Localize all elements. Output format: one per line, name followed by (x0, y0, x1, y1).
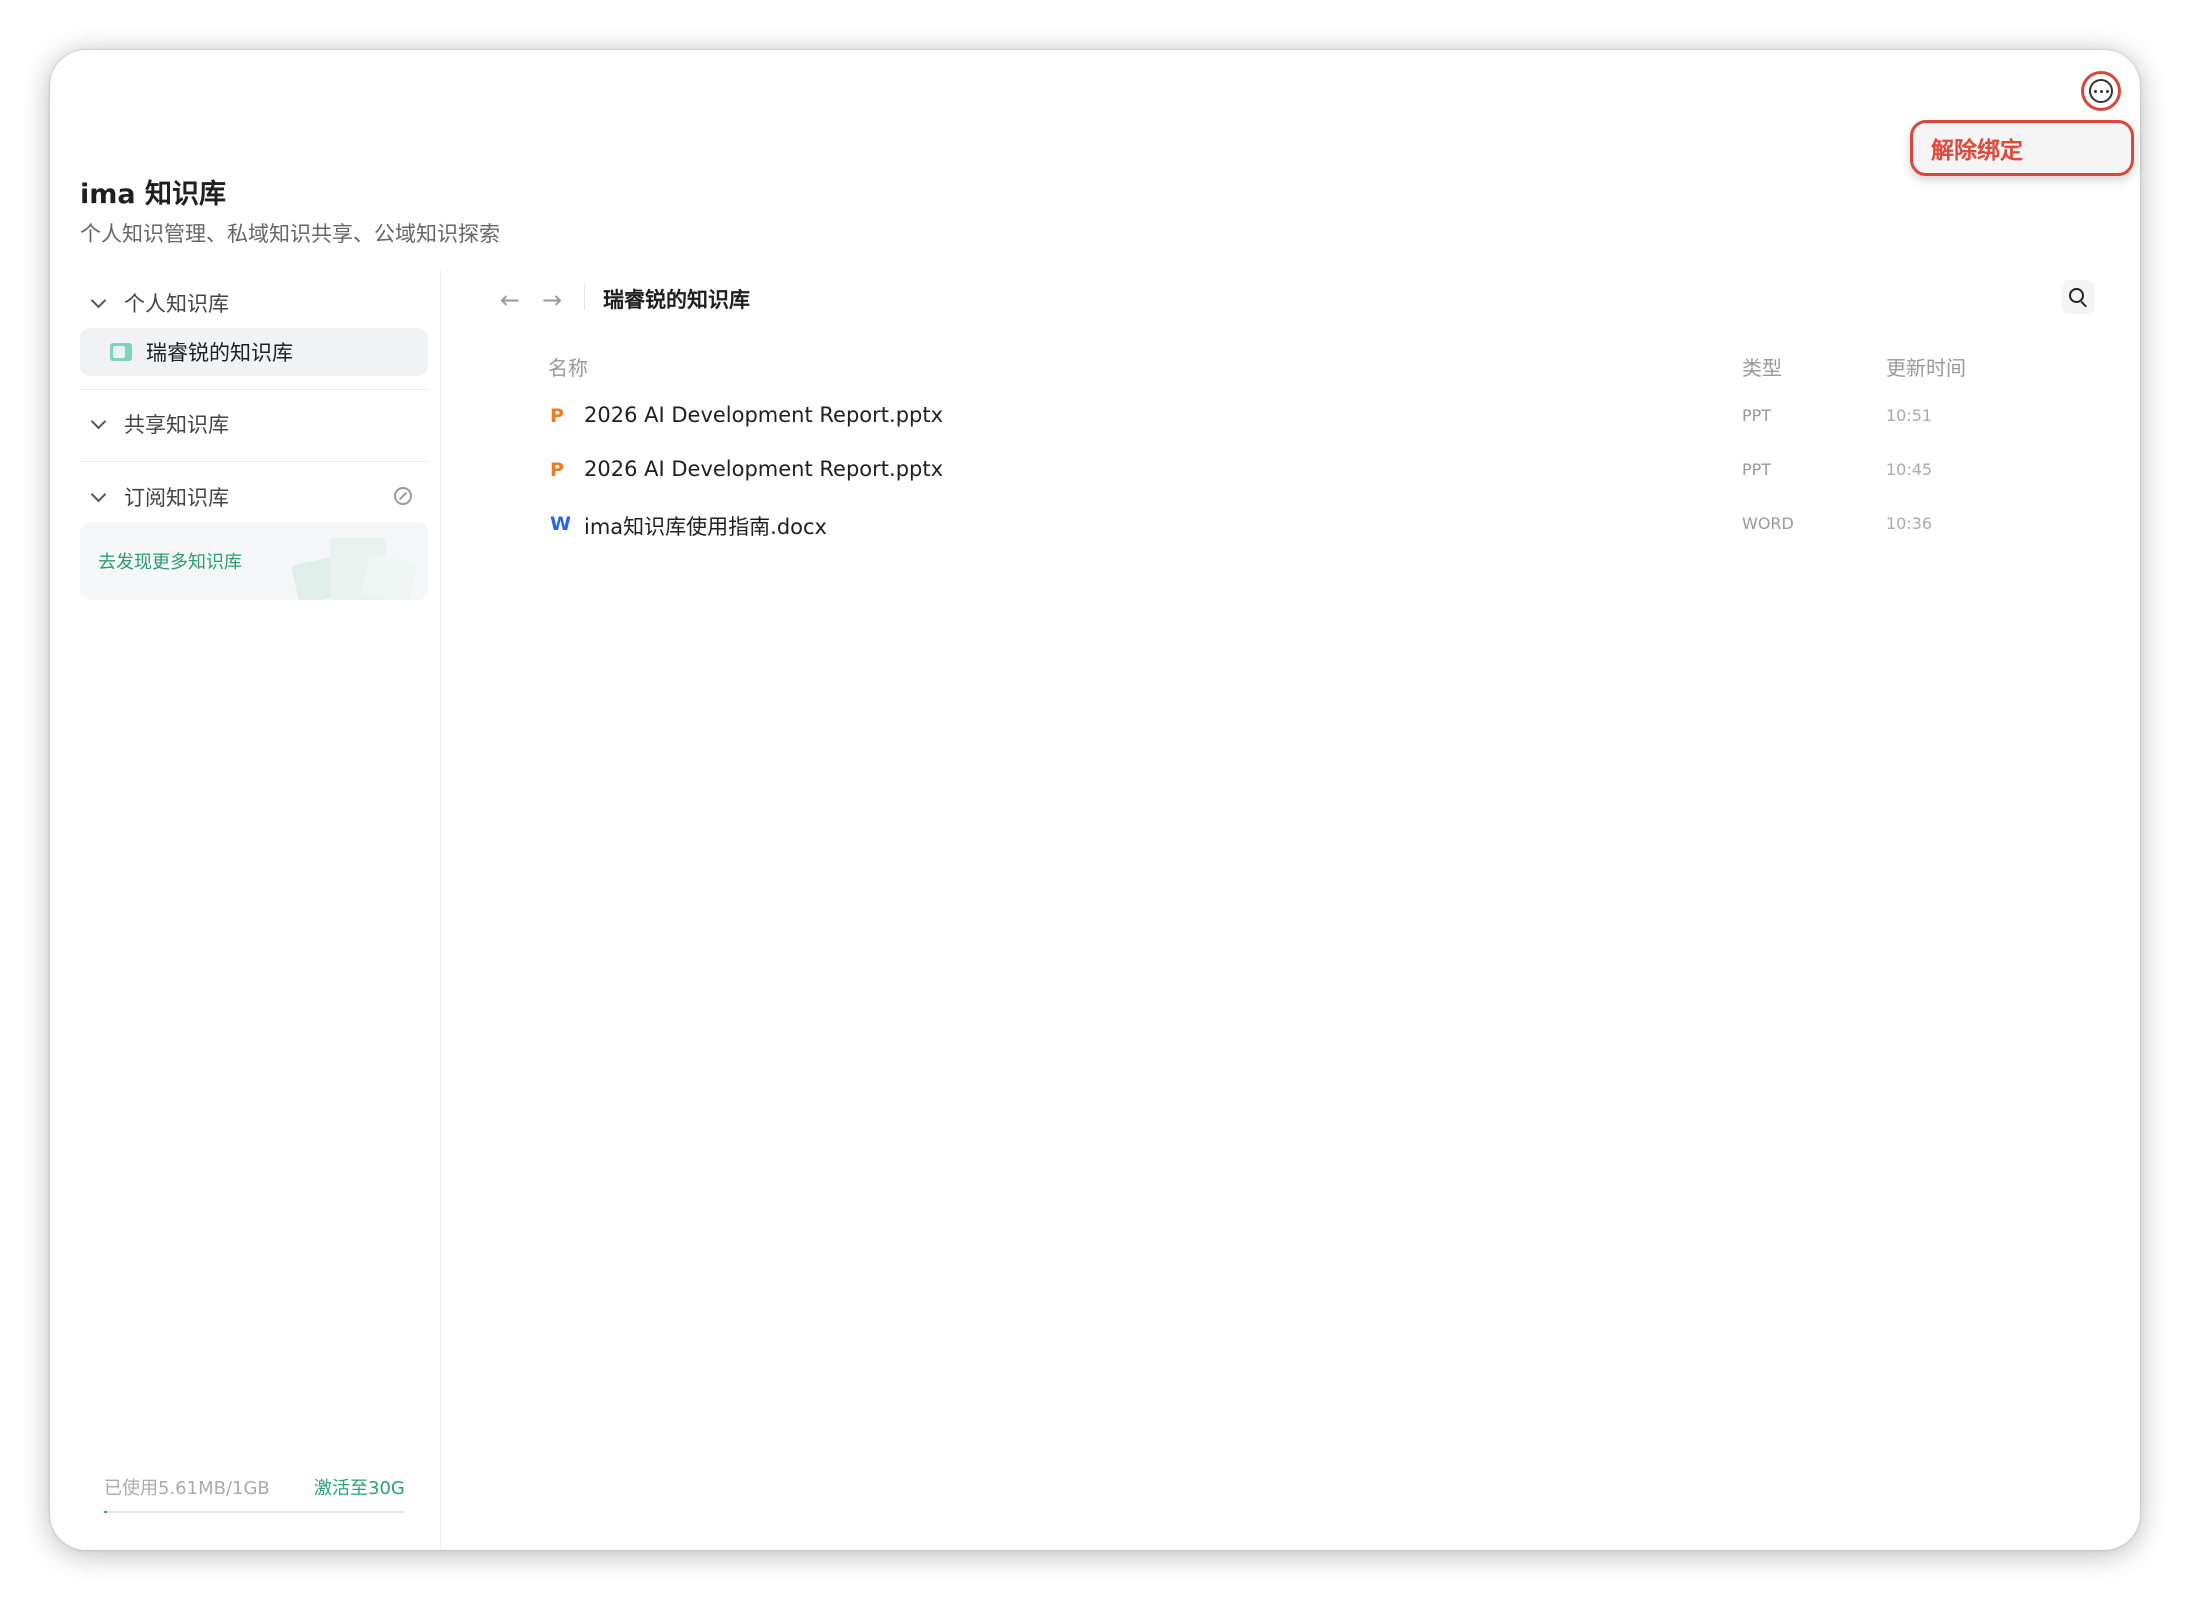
section-label: 订阅知识库 (124, 486, 229, 510)
section-label: 个人知识库 (124, 292, 229, 316)
word-file-icon: W (550, 513, 571, 535)
file-name: 2026 AI Development Report.pptx (584, 457, 944, 481)
compass-icon[interactable] (394, 487, 412, 505)
app-subtitle: 个人知识管理、私域知识共享、公域知识探索 (80, 222, 500, 246)
file-type: WORD (1742, 514, 1794, 533)
chevron-down-icon (92, 491, 104, 503)
file-row[interactable]: P 2026 AI Development Report.pptx PPT 10… (540, 445, 2050, 495)
sidebar-item-my-kb[interactable]: 瑞睿锐的知识库 (80, 328, 428, 376)
search-button[interactable] (2061, 280, 2095, 314)
chevron-down-icon (92, 297, 104, 309)
more-options-button[interactable] (2081, 71, 2121, 111)
divider (80, 389, 428, 390)
section-subscribed-kb[interactable]: 订阅知识库 (92, 477, 422, 517)
knowledge-base-icon (110, 343, 132, 361)
storage-progress-bar (104, 1511, 404, 1513)
sidebar-item-label: 瑞睿锐的知识库 (146, 341, 293, 365)
divider (80, 461, 428, 462)
sidebar-divider (440, 270, 441, 1550)
file-time: 10:51 (1886, 406, 1933, 425)
file-type: PPT (1742, 460, 1772, 479)
column-header-type[interactable]: 类型 (1742, 352, 1782, 381)
breadcrumb: 瑞睿锐的知识库 (603, 288, 750, 312)
app-window (50, 50, 2140, 1550)
app-title: ima 知识库 (80, 179, 227, 210)
section-personal-kb[interactable]: 个人知识库 (92, 283, 422, 323)
back-arrow-icon[interactable]: ← (500, 286, 520, 314)
forward-arrow-icon[interactable]: → (542, 286, 562, 314)
section-label: 共享知识库 (124, 413, 229, 437)
search-icon-handle (2080, 301, 2087, 308)
storage-usage-text: 已使用5.61MB/1GB (104, 1478, 270, 1499)
file-time: 10:45 (1886, 460, 1933, 479)
file-type: PPT (1742, 406, 1772, 425)
storage-progress-fill (104, 1511, 107, 1513)
file-name: 2026 AI Development Report.pptx (584, 403, 944, 427)
activate-storage-link[interactable]: 激活至30G (314, 1474, 405, 1500)
column-header-name[interactable]: 名称 (548, 352, 588, 381)
file-name: ima知识库使用指南.docx (584, 515, 827, 539)
discover-label: 去发现更多知识库 (98, 552, 242, 573)
column-header-updated[interactable]: 更新时间 (1886, 352, 1966, 381)
file-row[interactable]: P 2026 AI Development Report.pptx PPT 10… (540, 391, 2050, 441)
decoration-doc (361, 553, 417, 600)
nav-separator (584, 284, 585, 310)
ppt-file-icon: P (550, 459, 564, 481)
discover-more-kb-card[interactable]: 去发现更多知识库 (80, 522, 428, 600)
file-time: 10:36 (1886, 514, 1933, 533)
ppt-file-icon: P (550, 405, 564, 427)
unbind-menu-item[interactable]: 解除绑定 (1910, 120, 2134, 176)
section-shared-kb[interactable]: 共享知识库 (92, 404, 422, 444)
more-horizontal-icon (2089, 79, 2113, 103)
chevron-down-icon (92, 418, 104, 430)
file-row[interactable]: W ima知识库使用指南.docx WORD 10:36 (540, 499, 2050, 549)
